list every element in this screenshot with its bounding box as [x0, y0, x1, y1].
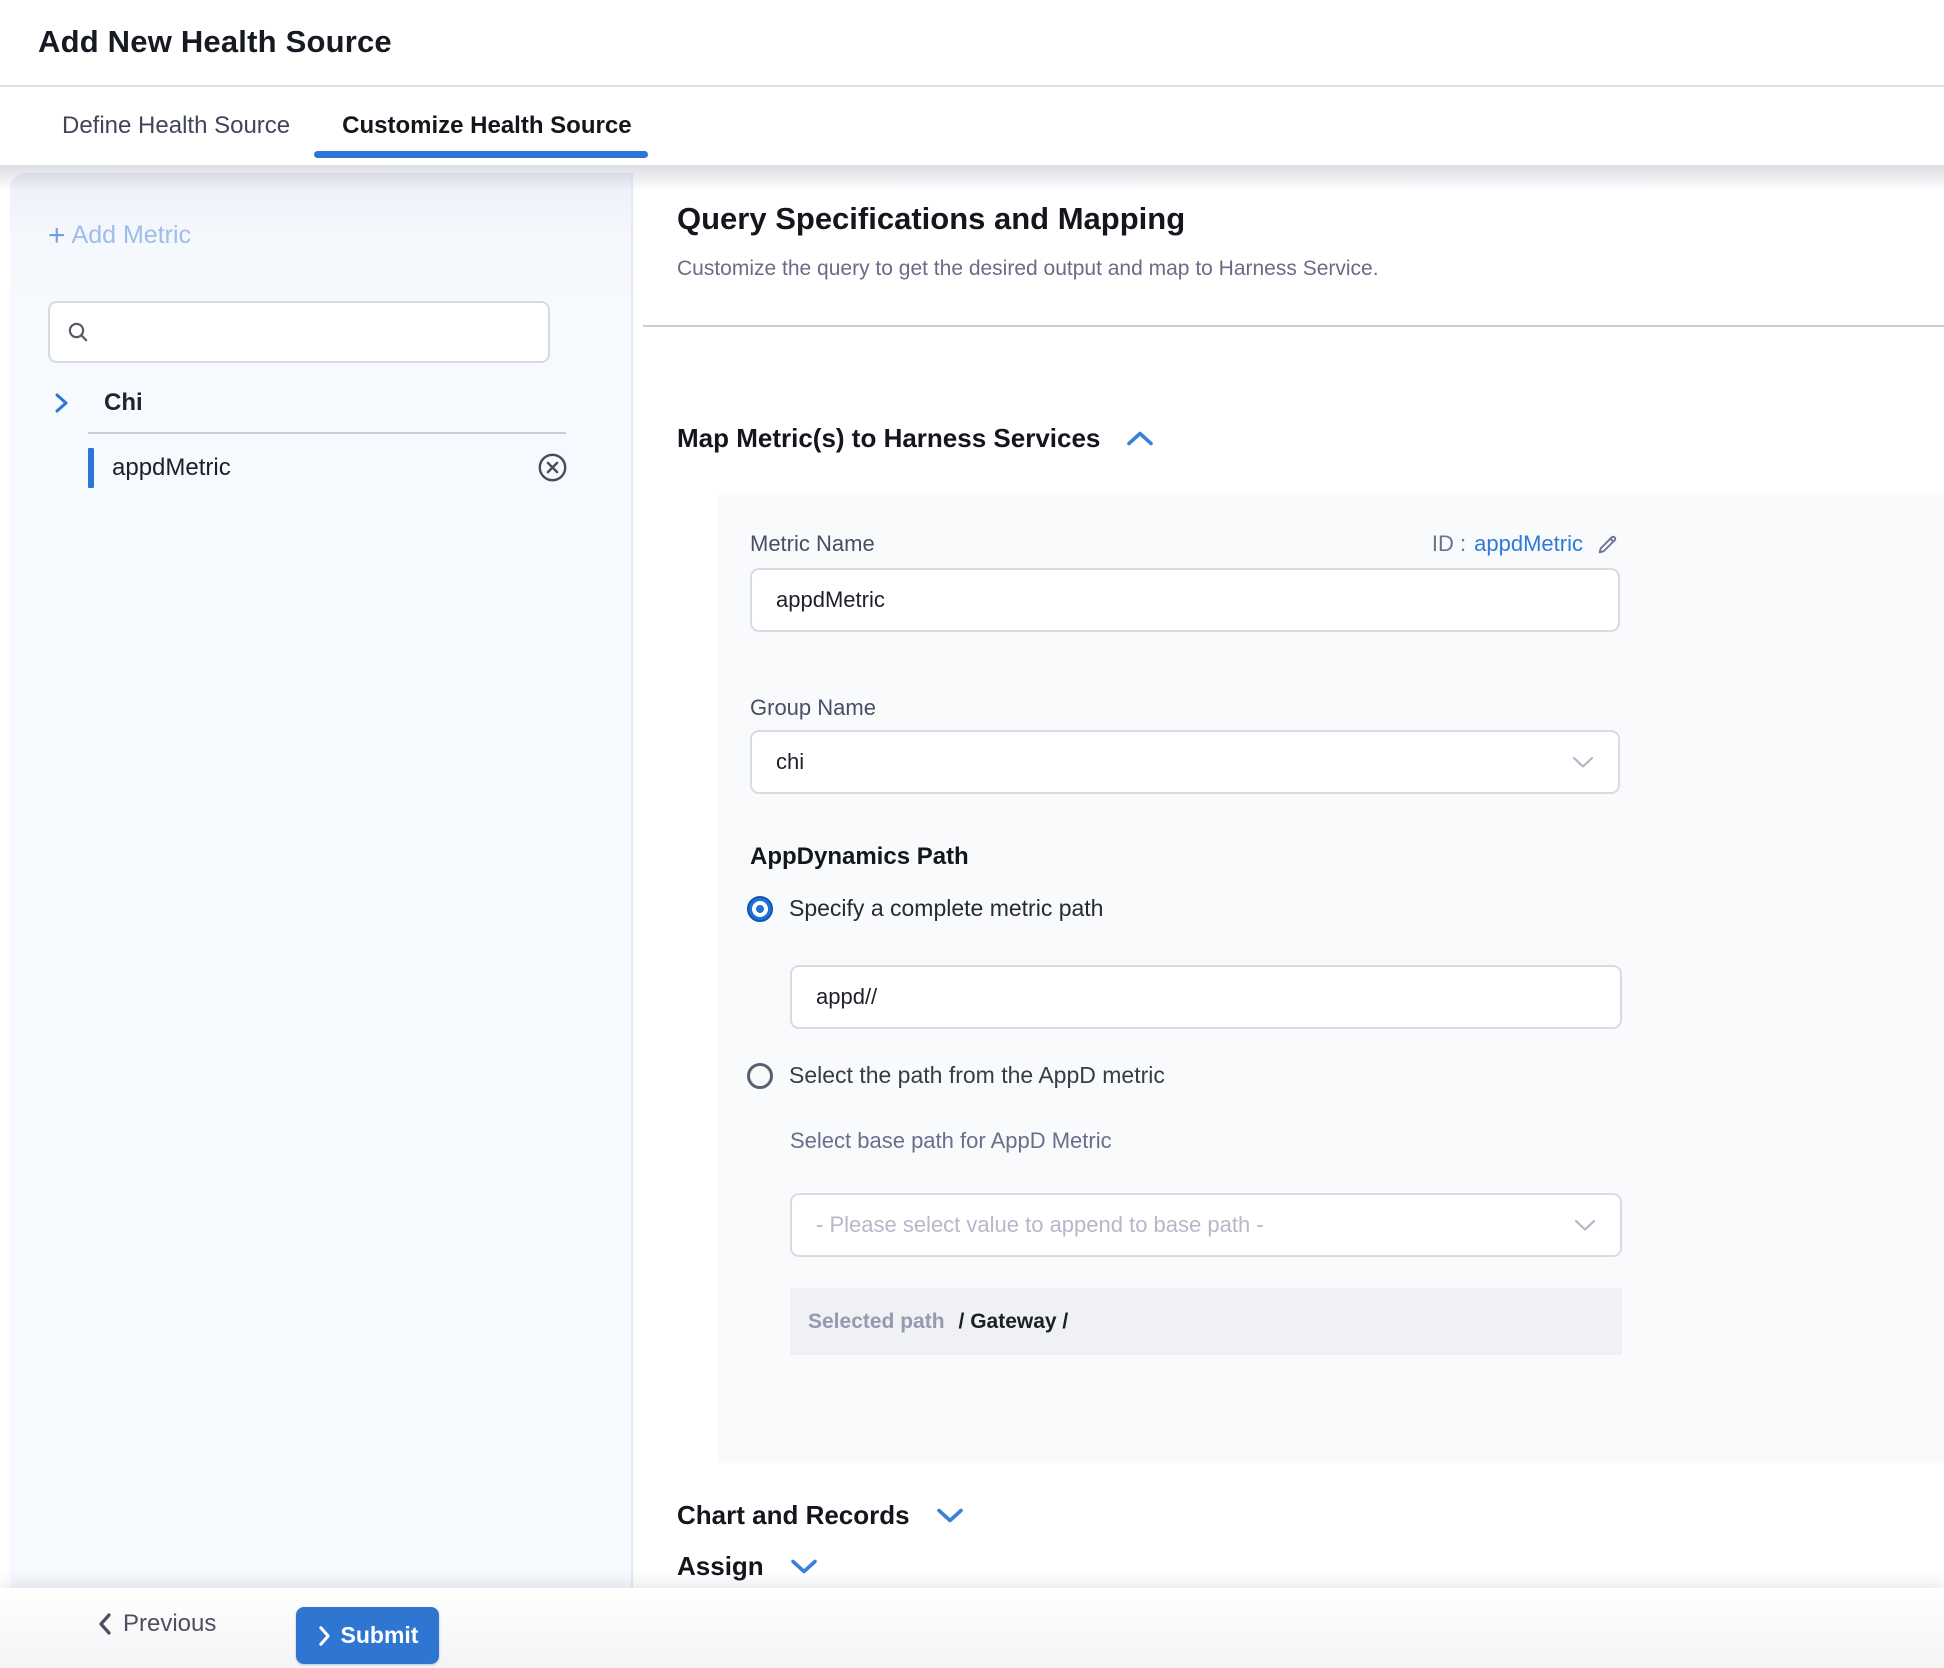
query-spec-panel: Query Specifications and Mapping Customi… [635, 173, 1944, 1588]
chevron-down-icon[interactable] [790, 1558, 818, 1575]
radio-select-path-from-appd[interactable]: Select the path from the AppD metric [747, 1062, 1165, 1089]
submit-button[interactable]: Submit [296, 1607, 439, 1664]
radio-complete-path-label: Specify a complete metric path [789, 895, 1103, 922]
group-name-value: chi [776, 749, 804, 775]
dialog-header: Add New Health Source [0, 0, 1944, 86]
chart-records-heading: Chart and Records [677, 1500, 910, 1531]
remove-metric-icon[interactable] [537, 452, 568, 483]
map-metrics-section-toggle[interactable]: Map Metric(s) to Harness Services [677, 423, 1154, 454]
chevron-up-icon[interactable] [1126, 430, 1154, 447]
selected-indicator-bar [88, 448, 94, 488]
edit-pencil-icon[interactable] [1595, 532, 1620, 557]
metric-group-chi[interactable]: Chi [10, 381, 631, 425]
selected-path-row: Selected path / Gateway / [790, 1288, 1622, 1355]
complete-metric-path-input[interactable] [790, 965, 1622, 1029]
metric-name-label: Metric Name [750, 531, 875, 557]
metric-item-label: appdMetric [112, 454, 231, 482]
selected-path-value: / Gateway / [959, 1310, 1069, 1334]
metric-search [48, 301, 550, 363]
tab-customize-health-source[interactable]: Customize Health Source [342, 112, 631, 140]
chevron-right-icon[interactable] [52, 392, 70, 414]
base-path-label: Select base path for AppD Metric [790, 1128, 1112, 1154]
radio-selected-icon[interactable] [747, 896, 773, 922]
search-input[interactable] [100, 303, 548, 361]
chevron-left-icon [97, 1612, 113, 1636]
previous-button[interactable]: Previous [97, 1610, 216, 1638]
group-label: Chi [104, 389, 143, 417]
id-prefix-label: ID : [1432, 531, 1466, 557]
dialog-footer: Previous Submit [0, 1588, 1944, 1668]
assign-heading: Assign [677, 1551, 764, 1582]
group-name-select[interactable]: chi [750, 730, 1620, 794]
chevron-right-icon [317, 1625, 332, 1647]
chevron-down-icon [1572, 756, 1594, 769]
group-name-label: Group Name [750, 695, 876, 721]
appdynamics-path-heading: AppDynamics Path [750, 843, 969, 871]
radio-complete-metric-path[interactable]: Specify a complete metric path [747, 895, 1103, 922]
map-metrics-form-panel: Metric Name ID : appdMetric Group Name c… [717, 495, 1944, 1463]
chevron-down-icon[interactable] [936, 1507, 964, 1524]
page-title: Add New Health Source [38, 24, 392, 60]
section-subtitle: Customize the query to get the desired o… [677, 257, 1379, 281]
radio-unselected-icon[interactable] [747, 1063, 773, 1089]
search-icon [66, 320, 90, 344]
chevron-down-icon [1574, 1219, 1596, 1232]
group-divider [88, 432, 566, 434]
base-path-select[interactable]: - Please select value to append to base … [790, 1193, 1622, 1257]
section-divider [643, 325, 1944, 327]
plus-icon: + [48, 222, 66, 250]
tab-customize-label: Customize Health Source [342, 112, 631, 139]
metric-name-input[interactable] [750, 568, 1620, 632]
workspace: + Add Metric Chi appdMetric [10, 173, 1944, 1588]
add-metric-label: Add Metric [72, 221, 191, 250]
radio-select-path-label: Select the path from the AppD metric [789, 1062, 1165, 1089]
chart-records-section-toggle[interactable]: Chart and Records [677, 1500, 964, 1531]
metric-id: ID : appdMetric [1432, 531, 1620, 557]
assign-section-toggle[interactable]: Assign [677, 1551, 818, 1582]
previous-label: Previous [123, 1610, 216, 1638]
tab-define-health-source[interactable]: Define Health Source [62, 112, 290, 140]
base-path-placeholder: - Please select value to append to base … [816, 1212, 1264, 1238]
add-metric-button[interactable]: + Add Metric [48, 221, 191, 250]
metrics-sidebar: + Add Metric Chi appdMetric [10, 173, 633, 1588]
active-tab-underline [314, 151, 647, 158]
selected-path-label: Selected path [808, 1310, 945, 1334]
tab-bar: Define Health Source Customize Health So… [0, 87, 1944, 165]
map-metrics-heading: Map Metric(s) to Harness Services [677, 423, 1100, 454]
id-value: appdMetric [1474, 531, 1583, 557]
metric-item-appdmetric[interactable]: appdMetric [10, 445, 631, 491]
section-title: Query Specifications and Mapping [677, 201, 1185, 237]
submit-label: Submit [341, 1622, 419, 1649]
metric-name-row: Metric Name ID : appdMetric [750, 531, 1620, 557]
